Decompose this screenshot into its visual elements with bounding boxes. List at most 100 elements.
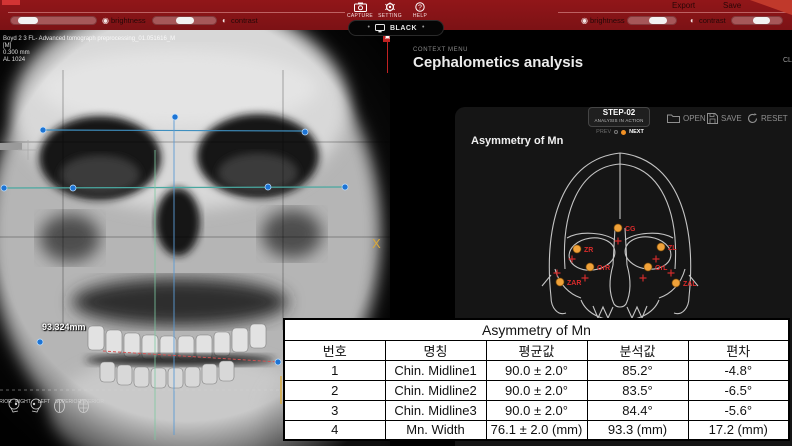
- landmark-dot[interactable]: [265, 184, 271, 190]
- landmark-dot[interactable]: [172, 114, 178, 120]
- diagram-landmark-OrR[interactable]: [586, 263, 594, 271]
- brightness-slider-left[interactable]: [10, 16, 97, 25]
- landmark-label: ZR: [584, 247, 593, 254]
- landmark-dot[interactable]: [275, 359, 281, 365]
- left-edge-handle[interactable]: [0, 143, 22, 150]
- cell: 90.0 ± 2.0°: [486, 400, 587, 420]
- cross-marker: [554, 270, 561, 277]
- cell: 2: [284, 380, 385, 400]
- brightness-slider-thumb[interactable]: [18, 17, 38, 24]
- contrast-slider-right-thumb[interactable]: [753, 17, 770, 24]
- export-button[interactable]: Export: [672, 1, 695, 10]
- diagram-ear-right: [674, 297, 689, 314]
- cell: 17.2 (mm): [688, 420, 789, 440]
- landmark-label: OrL: [655, 265, 668, 272]
- brightness-slider-right[interactable]: [627, 16, 677, 25]
- toolbar-divider-left: [8, 12, 345, 13]
- cell: -6.5°: [688, 380, 789, 400]
- cell: 3: [284, 400, 385, 420]
- landmark-label: OrR: [597, 265, 610, 272]
- landmark-label: ZAR: [567, 280, 581, 287]
- monitor-icon: [375, 24, 385, 33]
- col-header: 편차: [688, 340, 789, 360]
- diagram-landmark-ZL[interactable]: [657, 243, 665, 251]
- skull-icon: [29, 398, 42, 414]
- cell: 1: [284, 360, 385, 380]
- landmark-dot[interactable]: [302, 129, 308, 135]
- diagram-landmark-OrL[interactable]: [644, 263, 652, 271]
- cell: Chin. Midline1: [385, 360, 486, 380]
- scan-info: Boyd 2 3 FL- Advanced tomograph preproce…: [3, 36, 175, 64]
- screen-mode-value: BLACK: [390, 25, 417, 32]
- table-title: Asymmetry of Mn: [284, 319, 789, 340]
- diagram-landmark-ZAR[interactable]: [556, 278, 564, 286]
- cell: 76.1 ± 2.0 (mm): [486, 420, 587, 440]
- diagram-teeth: [593, 306, 647, 318]
- setting-label: SETTING: [373, 13, 407, 19]
- scan-info-line: Boyd 2 3 FL- Advanced tomograph preproce…: [3, 36, 175, 43]
- cell: 93.3 (mm): [587, 420, 688, 440]
- x-axis-marker: X: [372, 236, 381, 251]
- screen-mode-dropdown[interactable]: • BLACK •: [348, 20, 444, 36]
- brightness-label: brightness: [111, 16, 146, 25]
- camera-icon: [354, 2, 367, 12]
- panel-title: Cephalometics analysis: [413, 54, 583, 71]
- capture-button[interactable]: CAPTURE: [343, 2, 377, 19]
- diagram-ear-left: [551, 297, 566, 314]
- landmark-label: CG: [625, 226, 636, 233]
- pill-bullet-left: •: [368, 24, 370, 32]
- col-header: 명칭: [385, 340, 486, 360]
- brightness-icon-right: ◉: [581, 16, 588, 25]
- gear-icon: [384, 2, 396, 12]
- close-button[interactable]: CLOSE: [783, 57, 792, 64]
- diagram-landmark-ZR[interactable]: [573, 245, 581, 253]
- diagram-landmark-CG[interactable]: [614, 224, 622, 232]
- col-header: 분석값: [587, 340, 688, 360]
- setting-button[interactable]: SETTING: [373, 2, 407, 19]
- contrast-slider-left[interactable]: [152, 16, 217, 25]
- table-header-row: 번호 명칭 평균값 분석값 편차: [284, 340, 789, 360]
- landmark-dot[interactable]: [342, 184, 348, 190]
- cell: -4.8°: [688, 360, 789, 380]
- measurement-label: 93.324mm: [42, 322, 86, 332]
- col-header: 번호: [284, 340, 385, 360]
- landmark-dot[interactable]: [1, 185, 7, 191]
- cell: 90.0 ± 2.0°: [486, 380, 587, 400]
- save-button[interactable]: Save: [723, 1, 741, 10]
- scan-info-line: AL 1024: [3, 57, 175, 64]
- contrast-slider-thumb[interactable]: [176, 17, 194, 24]
- help-button[interactable]: ? HELP: [403, 2, 437, 19]
- brightness-label-right: brightness: [590, 16, 625, 25]
- cell: 4: [284, 420, 385, 440]
- col-header: 평균값: [486, 340, 587, 360]
- occlusal-dashed-line[interactable]: [103, 351, 278, 362]
- cell: Mn. Width: [385, 420, 486, 440]
- orientation-inferior[interactable]: INFERIOR: [77, 398, 107, 405]
- cell: 83.5°: [587, 380, 688, 400]
- table-row: 4 Mn. Width 76.1 ± 2.0 (mm) 93.3 (mm) 17…: [284, 420, 789, 440]
- landmark-label: ZAL: [683, 281, 697, 288]
- landmark-dot[interactable]: [37, 339, 43, 345]
- brightness-slider-right-thumb[interactable]: [649, 17, 667, 24]
- cell: 84.4°: [587, 400, 688, 420]
- diagram-landmark-ZAL[interactable]: [672, 279, 680, 287]
- skull-icon: [53, 398, 66, 414]
- contrast-slider-right[interactable]: [731, 16, 783, 25]
- contrast-icon: ◐: [222, 16, 227, 25]
- contrast-label-right: contrast: [699, 16, 726, 25]
- diagram-nasal-aperture: [610, 265, 630, 307]
- landmark-dot[interactable]: [70, 185, 76, 191]
- scan-info-line: 0.300 mm: [3, 50, 175, 57]
- application-window: ◉ brightness ◐ contrast CAPTURE SETTING: [0, 0, 792, 446]
- landmark-dot[interactable]: [40, 127, 46, 133]
- skull-icon: [77, 398, 90, 414]
- cell: -5.6°: [688, 400, 789, 420]
- scan-info-line: [M]: [3, 43, 175, 50]
- landmark-label: ZL: [668, 245, 677, 252]
- capture-label: CAPTURE: [343, 13, 377, 19]
- cross-marker: [640, 275, 647, 282]
- orientation-bar: POSTERIOR RIGHT LEFT: [0, 398, 120, 446]
- cell: Chin. Midline2: [385, 380, 486, 400]
- skull-icon: [8, 398, 21, 414]
- diagram-nasal-bridge: [613, 228, 627, 265]
